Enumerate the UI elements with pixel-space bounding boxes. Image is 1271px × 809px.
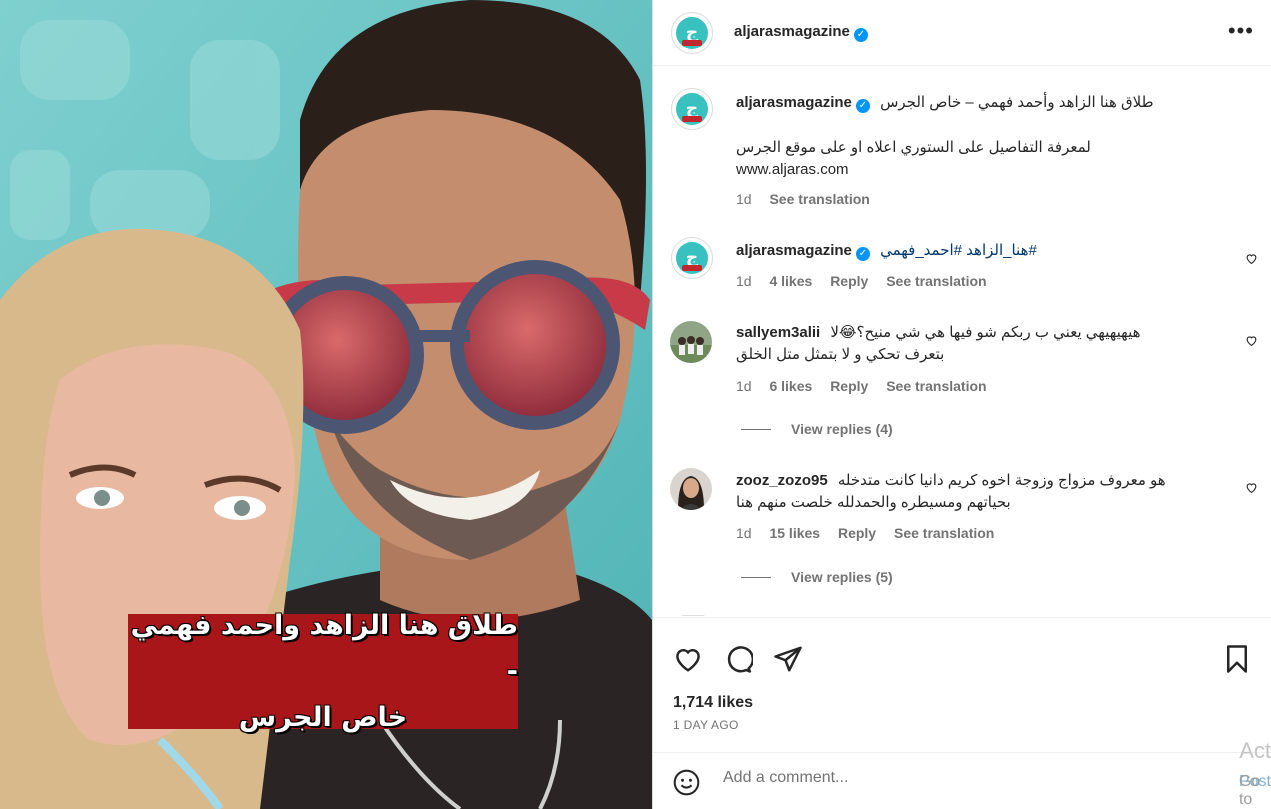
comment-see-translation[interactable]: See translation	[886, 378, 986, 394]
comments-list[interactable]: ج aljarasmagazine ✓ طلاق هنا الزاهد وأحمد…	[653, 66, 1271, 616]
emoji-icon[interactable]	[673, 769, 700, 796]
comment-item: aljarasmagazine ✓ #هنا_الزاهد #احمد_فهمي	[736, 240, 1226, 262]
comment-like-heart-icon[interactable]	[1245, 334, 1258, 347]
caption: aljarasmagazine ✓ طلاق هنا الزاهد وأحمد ف…	[736, 92, 1226, 114]
user-photo-icon	[670, 321, 712, 363]
image-overlay-caption: طلاق هنا الزاهد واحمد فهمي - خاص الجرس	[128, 610, 518, 733]
replies-divider	[741, 576, 771, 578]
caption-meta: 1d See translation	[736, 191, 884, 207]
comment-item: zooz_zozo95 هو معروف مزواج وزوجة اخوه كر…	[736, 470, 1226, 514]
author-avatar[interactable]: ج	[671, 12, 713, 54]
comment-reply-button[interactable]: Reply	[838, 525, 876, 541]
verified-badge-icon: ✓	[853, 28, 868, 42]
post-header: ج aljarasmagazine ✓ •••	[653, 0, 1271, 66]
comment-meta: 1d 6 likes Reply See translation	[736, 378, 1001, 394]
like-heart-icon[interactable]	[673, 644, 703, 674]
view-replies-label: View replies (5)	[791, 569, 893, 585]
comment-see-translation[interactable]: See translation	[886, 273, 986, 289]
comment-meta: 1d 15 likes Reply See translation	[736, 525, 1008, 541]
comment-likes[interactable]: 4 likes	[769, 273, 812, 289]
caption-body: لمعرفة التفاصيل على الستوري اعلاه او على…	[736, 137, 1226, 181]
comment-text: هو معروف مزواج وزوجة اخوه كريم دانيا كان…	[837, 472, 1166, 489]
brand-logo-icon: ج	[676, 17, 708, 49]
comment-input[interactable]	[723, 769, 1203, 787]
replies-divider	[741, 428, 771, 430]
comment-avatar[interactable]	[670, 468, 712, 510]
post-image[interactable]: طلاق هنا الزاهد واحمد فهمي - خاص الجرس	[0, 0, 652, 809]
overlay-caption-line1: طلاق هنا الزاهد واحمد فهمي -	[130, 609, 518, 687]
caption-avatar[interactable]: ج	[671, 88, 713, 130]
post-details-panel: ج aljarasmagazine ✓ ••• ج aljarasmagazine…	[652, 0, 1271, 809]
brand-logo-icon: ج	[676, 93, 708, 125]
view-replies-label: View replies (4)	[791, 421, 893, 437]
comment-meta: 1d 4 likes Reply See translation	[736, 273, 1001, 289]
comment-item: sallyem3alii هيهيهيهي يعني ب ربكم شو فيه…	[736, 322, 1226, 366]
comment-avatar[interactable]: ج	[671, 237, 713, 279]
comment-text: هيهيهيهي يعني ب ربكم شو فيها هي شي منيح؟…	[830, 324, 1141, 341]
comment-likes[interactable]: 6 likes	[769, 378, 812, 394]
caption-body-text: لمعرفة التفاصيل على الستوري اعلاه او على…	[736, 139, 1091, 156]
comment-bubble-icon[interactable]	[723, 644, 753, 674]
verified-badge-icon: ✓	[855, 247, 870, 261]
share-paper-plane-icon[interactable]	[773, 644, 803, 674]
comment-see-translation[interactable]: See translation	[894, 525, 994, 541]
comment-username[interactable]: zooz_zozo95	[736, 472, 828, 489]
save-bookmark-icon[interactable]	[1222, 644, 1252, 674]
user-photo-icon	[670, 468, 712, 510]
comment-avatar[interactable]	[670, 321, 712, 363]
comment-hashtags[interactable]: #هنا_الزاهد #احمد_فهمي	[880, 242, 1037, 259]
comment-username[interactable]: aljarasmagazine	[736, 242, 852, 259]
comment-reply-button[interactable]: Reply	[830, 273, 868, 289]
comment-username[interactable]: sallyem3alii	[736, 324, 820, 341]
caption-username[interactable]: aljarasmagazine	[736, 94, 852, 111]
post-timestamp: 1 DAY AGO	[673, 718, 739, 732]
caption-see-translation[interactable]: See translation	[769, 191, 869, 207]
post-actions: 1,714 likes 1 DAY AGO	[653, 617, 1271, 747]
comment-age: 1d	[736, 525, 752, 541]
add-comment-bar	[653, 752, 1271, 809]
likes-count[interactable]: 1,714 likes	[673, 694, 753, 712]
header-username[interactable]: aljarasmagazine	[734, 23, 850, 40]
verified-badge-icon: ✓	[855, 99, 870, 113]
comment-like-heart-icon[interactable]	[1245, 252, 1258, 265]
next-comment-avatar-peek	[678, 615, 708, 616]
post-button-overlay[interactable]: Post Go to	[1239, 773, 1271, 808]
comment-like-heart-icon[interactable]	[1245, 481, 1258, 494]
comment-reply-button[interactable]: Reply	[830, 378, 868, 394]
system-activation-overlay: Act	[1239, 738, 1271, 763]
comment-age: 1d	[736, 273, 752, 289]
view-replies-button[interactable]: View replies (5)	[741, 569, 893, 585]
system-overlay-line2: Go to	[1238, 773, 1261, 808]
more-options-icon[interactable]: •••	[1228, 20, 1254, 42]
caption-title: طلاق هنا الزاهد وأحمد فهمي – خاص الجرس	[880, 94, 1154, 111]
view-replies-button[interactable]: View replies (4)	[741, 421, 893, 437]
brand-logo-icon: ج	[676, 242, 708, 274]
comment-text-line2: بحياتهم ومسيطره والحمدلله خلصت منهم هنا	[736, 494, 1011, 511]
header-username-row: aljarasmagazine ✓	[734, 23, 868, 42]
comment-likes[interactable]: 15 likes	[769, 525, 820, 541]
overlay-caption-line2: خاص الجرس	[238, 701, 408, 733]
comment-age: 1d	[736, 378, 752, 394]
caption-link[interactable]: www.aljaras.com	[736, 159, 1226, 181]
comment-text-line2: بتعرف تحكي و لا بتمثل متل الخلق	[736, 346, 945, 363]
caption-age: 1d	[736, 191, 752, 207]
